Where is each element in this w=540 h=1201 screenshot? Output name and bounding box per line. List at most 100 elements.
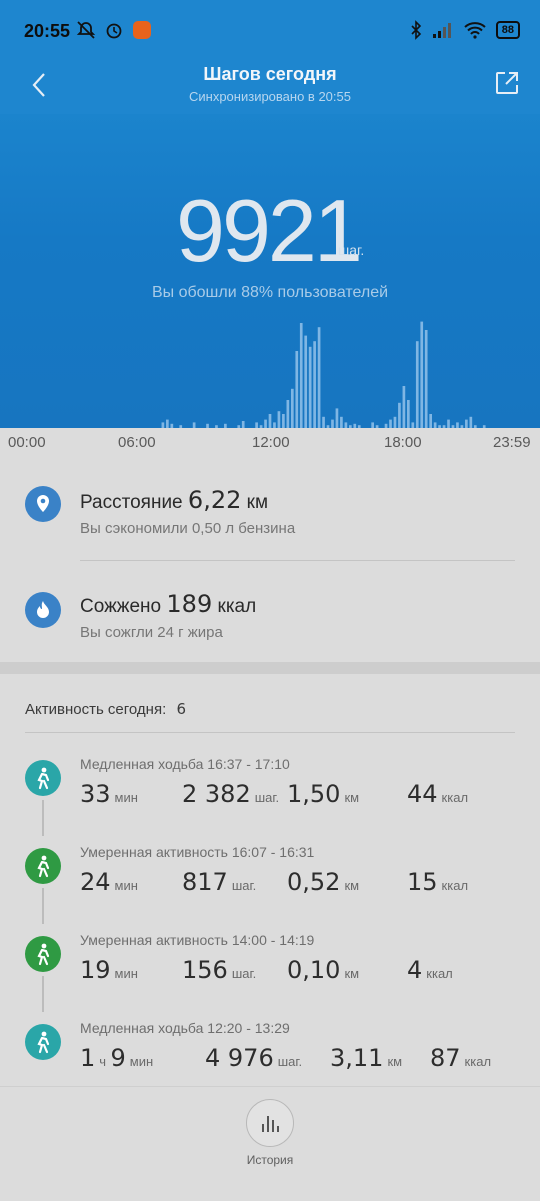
histogram-bar	[331, 419, 334, 428]
bluetooth-icon	[411, 20, 421, 40]
histogram-bar	[264, 419, 267, 428]
x-tick-3: 18:00	[384, 434, 422, 451]
comparison-text: Вы обошли 88% пользователей	[151, 284, 389, 301]
activity-calories: 44 ккал	[407, 780, 469, 808]
activity-title: Умеренная активность 14:00 - 14:19	[80, 932, 315, 948]
top-bar: Шагов сегодня Синхронизировано в 20:55	[0, 62, 540, 114]
sync-status: Синхронизировано в 20:55	[189, 89, 351, 104]
signal-icon	[432, 23, 451, 38]
battery-indicator: 88	[495, 21, 520, 39]
histogram-bar	[322, 416, 325, 428]
activity-distance: 0,10 км	[287, 956, 360, 984]
histogram-bar	[313, 341, 316, 428]
walking-icon	[25, 1024, 61, 1060]
activity-title: Медленная ходьба 12:20 - 13:29	[80, 1020, 290, 1036]
steps-hero: 9921 шаг. Вы обошли 88% пользователей	[0, 114, 540, 428]
histogram-bar	[415, 341, 419, 428]
dnd-off-icon	[76, 21, 96, 39]
histogram-bar	[166, 419, 169, 428]
histogram-bar	[290, 388, 294, 428]
histogram-bar	[241, 421, 245, 428]
activity-steps: 156 шаг.	[182, 956, 257, 984]
x-tick-1: 06:00	[118, 434, 156, 451]
share-icon[interactable]	[494, 70, 520, 96]
status-bar: 20:55 88	[0, 0, 540, 62]
activity-distance: 1,50 км	[287, 780, 360, 808]
calories-label: Сожжено	[80, 596, 162, 617]
activity-item[interactable]: Умеренная активность 14:00 - 14:19 19 мин…	[0, 916, 540, 1004]
mi-app-icon	[133, 21, 151, 39]
histogram-bar	[398, 402, 401, 428]
page-title: Шагов сегодня	[203, 64, 337, 84]
activity-count: 6	[176, 700, 186, 718]
activity-steps: 817 шаг.	[182, 868, 257, 896]
histogram-bar	[465, 419, 468, 428]
histogram-bar	[317, 327, 321, 428]
moderate-activity-icon	[25, 936, 61, 972]
history-button[interactable]	[246, 1099, 294, 1147]
flame-icon	[25, 592, 61, 628]
activity-calories: 87 ккал	[430, 1044, 492, 1072]
histogram-bar	[335, 408, 339, 428]
moderate-activity-icon	[25, 848, 61, 884]
distance-unit: км	[246, 492, 269, 513]
activity-steps: 4 976 шаг.	[205, 1044, 303, 1072]
activity-distance: 3,11 км	[330, 1044, 403, 1072]
steps-count: 9921	[176, 181, 363, 280]
histogram-bar	[286, 400, 290, 428]
activity-duration: 19 мин	[80, 956, 138, 984]
distance-value: 6,22	[187, 486, 242, 514]
histogram-bar	[420, 321, 424, 428]
activity-duration: 33 мин	[80, 780, 138, 808]
x-tick-2: 12:00	[252, 434, 290, 451]
histogram-bar	[429, 414, 432, 428]
chart-x-axis: 00:00 06:00 12:00 18:00 23:59	[0, 428, 540, 458]
activity-item[interactable]: Медленная ходьба 12:20 - 13:29 1ч 9 мин 4…	[0, 1004, 540, 1092]
activity-heading: Активность сегодня: 6	[25, 700, 186, 718]
activity-distance: 0,52 км	[287, 868, 360, 896]
histogram-bar	[393, 416, 397, 428]
activity-steps: 2 382 шаг.	[182, 780, 280, 808]
histogram-bar	[308, 346, 312, 428]
steps-histogram	[161, 321, 486, 428]
calories-row[interactable]: Сожжено 189 ккал Вы сожгли 24 г жира	[0, 562, 540, 666]
activity-item[interactable]: Медленная ходьба 16:37 - 17:10 33 мин 2 3…	[0, 740, 540, 828]
histogram-bar	[402, 386, 406, 428]
location-icon	[25, 486, 61, 522]
x-tick-4: 23:59	[493, 434, 531, 451]
divider	[25, 732, 515, 733]
activity-duration: 24 мин	[80, 868, 138, 896]
calories-value: 189	[166, 590, 213, 618]
histogram-bar	[299, 323, 303, 428]
activity-calories: 4 ккал	[407, 956, 453, 984]
activity-item[interactable]: Умеренная активность 16:07 - 16:31 24 мин…	[0, 828, 540, 916]
alarm-icon	[106, 23, 122, 39]
histogram-bar	[407, 400, 410, 428]
activity-calories: 15 ккал	[407, 868, 469, 896]
histogram-bar	[277, 411, 281, 428]
distance-row[interactable]: Расстояние 6,22 км Вы сэкономили 0,50 л …	[0, 458, 540, 562]
histogram-bar	[268, 414, 272, 428]
divider	[80, 560, 515, 561]
walking-icon	[25, 760, 61, 796]
histogram-bar	[389, 419, 392, 428]
x-tick-0: 00:00	[8, 434, 46, 451]
wifi-icon	[464, 22, 486, 39]
bottom-bar: История	[0, 1086, 540, 1201]
history-label: История	[246, 1153, 294, 1167]
distance-label: Расстояние	[80, 492, 183, 513]
histogram-bar	[469, 416, 473, 428]
status-time: 20:55	[24, 21, 71, 41]
histogram-bar	[340, 416, 343, 428]
activity-title: Умеренная активность 16:07 - 16:31	[80, 844, 315, 860]
distance-subtext: Вы сэкономили 0,50 л бензина	[80, 520, 296, 537]
activity-title: Медленная ходьба 16:37 - 17:10	[80, 756, 290, 772]
histogram-bar	[282, 414, 285, 428]
histogram-bar	[295, 351, 299, 428]
section-gap	[0, 662, 540, 674]
steps-unit: шаг.	[338, 242, 365, 258]
activity-duration: 1ч 9 мин	[80, 1044, 154, 1072]
calories-unit: ккал	[217, 596, 257, 617]
histogram-bar	[304, 335, 308, 428]
calories-subtext: Вы сожгли 24 г жира	[80, 624, 223, 641]
